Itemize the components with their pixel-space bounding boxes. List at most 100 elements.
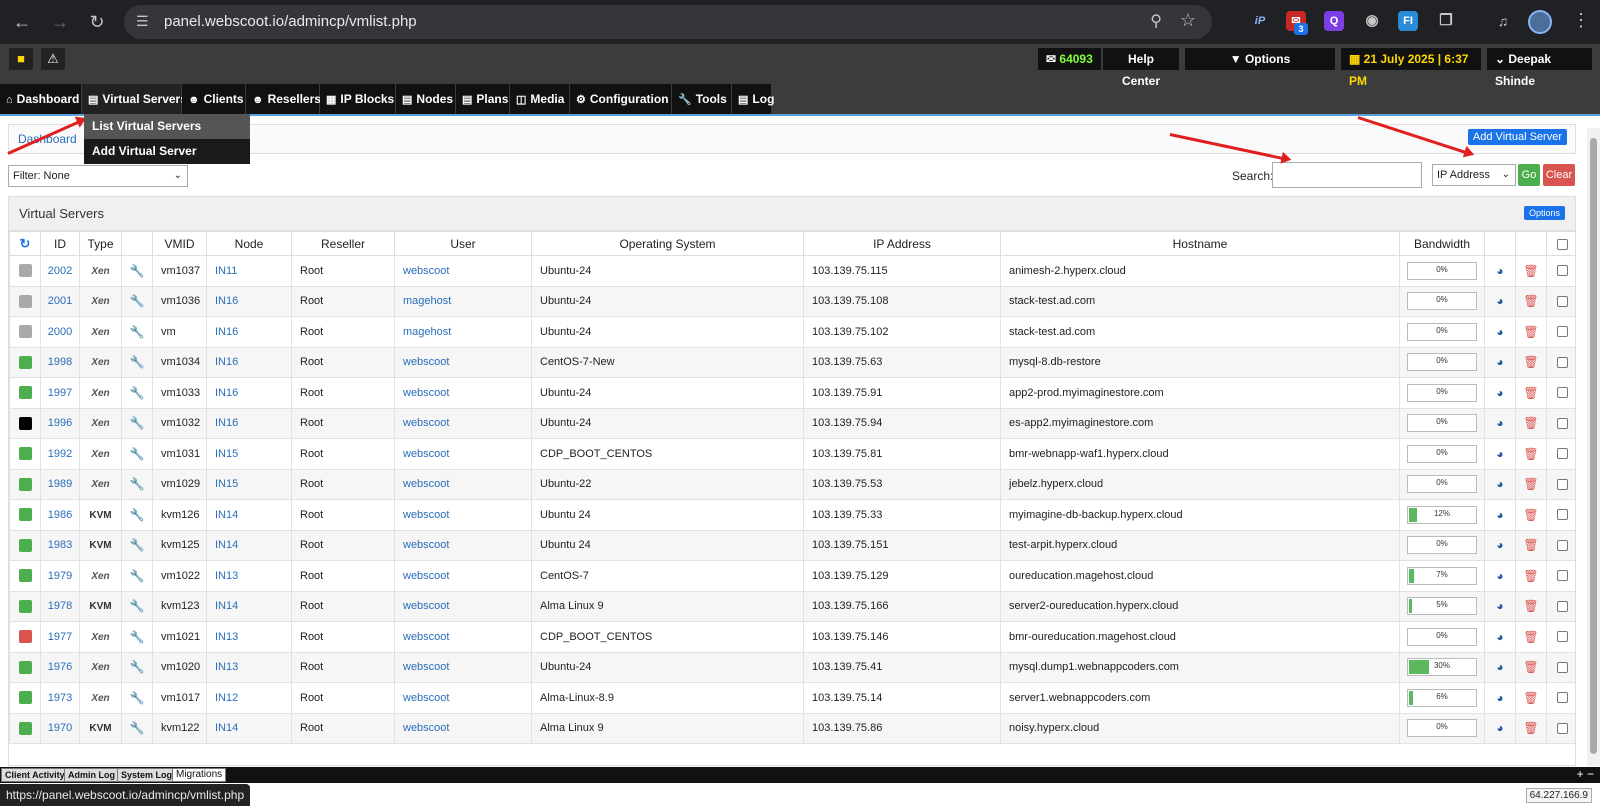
wrench-icon[interactable]: 🔧 xyxy=(130,721,145,735)
dropdown-add-virtual-server[interactable]: Add Virtual Server xyxy=(84,139,250,164)
menu-clients[interactable]: ☻ Clients xyxy=(182,84,246,114)
menu-resellers[interactable]: ☻ Resellers xyxy=(246,84,321,114)
user-link[interactable]: webscoot xyxy=(403,722,449,734)
user-link[interactable]: webscoot xyxy=(403,265,449,277)
puzzle-extension-icon[interactable]: ❐ xyxy=(1436,11,1456,31)
wrench-icon[interactable]: 🔧 xyxy=(130,477,145,491)
node-link[interactable]: IN13 xyxy=(215,570,238,582)
menu-configuration[interactable]: ⚙ Configuration xyxy=(570,84,672,114)
back-icon[interactable]: ← xyxy=(9,9,35,35)
row-checkbox[interactable] xyxy=(1556,448,1568,460)
delete-trash-icon[interactable]: 🗑 xyxy=(1523,569,1538,583)
user-link[interactable]: webscoot xyxy=(403,661,449,673)
vm-id-link[interactable]: 1998 xyxy=(48,356,72,368)
vm-id-link[interactable]: 1970 xyxy=(48,722,72,734)
table-row[interactable]: 2002 Xen 🔧 vm1037 IN11 Root webscoot Ubuntu-24 1… xyxy=(9,255,1575,287)
media-control-icon[interactable]: ♫ xyxy=(1493,11,1513,31)
vm-id-link[interactable]: 2002 xyxy=(48,265,72,277)
row-checkbox[interactable] xyxy=(1556,356,1568,368)
zoom-icon[interactable]: ⚲ xyxy=(1150,11,1162,31)
user-link[interactable]: webscoot xyxy=(403,600,449,612)
vm-id-link[interactable]: 1989 xyxy=(48,478,72,490)
node-link[interactable]: IN16 xyxy=(215,417,238,429)
stats-gauge-icon[interactable]: ◕ xyxy=(1496,264,1503,278)
wrench-icon[interactable]: 🔧 xyxy=(130,416,145,430)
vm-id-link[interactable]: 1976 xyxy=(48,661,72,673)
wrench-icon[interactable]: 🔧 xyxy=(130,355,145,369)
options-button[interactable]: ▼ Options xyxy=(1185,48,1335,70)
wrench-icon[interactable]: 🔧 xyxy=(130,294,145,308)
panel-options-button[interactable]: Options xyxy=(1523,206,1565,220)
row-checkbox[interactable] xyxy=(1556,326,1568,338)
node-link[interactable]: IN16 xyxy=(215,295,238,307)
node-link[interactable]: IN16 xyxy=(215,356,238,368)
delete-trash-icon[interactable]: 🗑 xyxy=(1523,721,1538,735)
user-link[interactable]: webscoot xyxy=(403,417,449,429)
node-link[interactable]: IN11 xyxy=(215,265,237,277)
node-link[interactable]: IN14 xyxy=(215,539,238,551)
expand-collapse-icon[interactable]: + − xyxy=(1577,767,1594,781)
table-row[interactable]: 1973 Xen 🔧 vm1017 IN12 Root webscoot Alma-Linux… xyxy=(9,682,1575,714)
col-vmid[interactable]: VMID xyxy=(152,231,207,256)
note-icon[interactable]: ■ xyxy=(9,48,33,70)
vm-id-link[interactable]: 1986 xyxy=(48,509,72,521)
row-checkbox[interactable] xyxy=(1556,539,1568,551)
wrench-icon[interactable]: 🔧 xyxy=(130,386,145,400)
row-checkbox[interactable] xyxy=(1556,265,1568,277)
site-info-icon[interactable]: ☰ xyxy=(136,13,149,30)
tab-migrations[interactable]: Migrations xyxy=(172,768,227,782)
warning-icon[interactable]: ⚠ xyxy=(41,48,65,70)
node-link[interactable]: IN15 xyxy=(215,478,238,490)
col-id[interactable]: ID xyxy=(40,231,80,256)
menu-media[interactable]: ◫ Media xyxy=(510,84,570,114)
table-row[interactable]: 1983 KVM 🔧 kvm125 IN14 Root webscoot Ubuntu 24 1… xyxy=(9,529,1575,561)
table-row[interactable]: 1979 Xen 🔧 vm1022 IN13 Root webscoot CentOS-7 10… xyxy=(9,560,1575,592)
row-checkbox[interactable] xyxy=(1556,722,1568,734)
menu-tools[interactable]: 🔧 Tools xyxy=(672,84,732,114)
table-row[interactable]: 2001 Xen 🔧 vm1036 IN16 Root magehost Ubuntu-24 1… xyxy=(9,285,1575,317)
filter-select[interactable]: Filter: None ⌄ xyxy=(8,165,188,187)
node-link[interactable]: IN16 xyxy=(215,326,238,338)
delete-trash-icon[interactable]: 🗑 xyxy=(1523,447,1538,461)
vertical-scrollbar[interactable] xyxy=(1587,128,1600,766)
forward-icon[interactable]: → xyxy=(47,9,73,35)
stats-gauge-icon[interactable]: ◕ xyxy=(1496,569,1503,583)
scrollbar-thumb[interactable] xyxy=(1590,138,1597,754)
table-row[interactable]: 1970 KVM 🔧 kvm122 IN14 Root webscoot Alma Linux… xyxy=(9,712,1575,744)
table-row[interactable]: 1997 Xen 🔧 vm1033 IN16 Root webscoot Ubuntu-24 1… xyxy=(9,377,1575,409)
col-node[interactable]: Node xyxy=(206,231,292,256)
delete-trash-icon[interactable]: 🗑 xyxy=(1523,538,1538,552)
row-checkbox[interactable] xyxy=(1556,387,1568,399)
fi-extension-icon[interactable]: FI xyxy=(1398,11,1418,31)
col-ip[interactable]: IP Address xyxy=(803,231,1001,256)
delete-trash-icon[interactable]: 🗑 xyxy=(1523,630,1538,644)
tab-client-activity[interactable]: Client Activity xyxy=(1,768,69,782)
wrench-icon[interactable]: 🔧 xyxy=(130,264,145,278)
user-link[interactable]: webscoot xyxy=(403,570,449,582)
col-bandwidth[interactable]: Bandwidth xyxy=(1399,231,1485,256)
refresh-icon[interactable]: ↻ xyxy=(20,236,31,251)
node-link[interactable]: IN13 xyxy=(215,631,238,643)
user-link[interactable]: webscoot xyxy=(403,387,449,399)
row-checkbox[interactable] xyxy=(1556,692,1568,704)
search-field-select[interactable]: IP Address ⌄ xyxy=(1432,164,1516,186)
vm-id-link[interactable]: 1996 xyxy=(48,417,72,429)
menu-ip-blocks[interactable]: ▦ IP Blocks xyxy=(320,84,396,114)
node-link[interactable]: IN13 xyxy=(215,661,238,673)
user-link[interactable]: webscoot xyxy=(403,539,449,551)
wrench-icon[interactable]: 🔧 xyxy=(130,691,145,705)
q-extension-icon[interactable]: Q xyxy=(1324,11,1344,31)
row-checkbox[interactable] xyxy=(1556,631,1568,643)
user-link[interactable]: webscoot xyxy=(403,509,449,521)
refresh-header[interactable]: ↻ xyxy=(9,231,41,256)
table-row[interactable]: 1998 Xen 🔧 vm1034 IN16 Root webscoot CentOS-7-N… xyxy=(9,346,1575,378)
table-row[interactable]: 1992 Xen 🔧 vm1031 IN15 Root webscoot CDP_BOOT_C… xyxy=(9,438,1575,470)
help-center-button[interactable]: Help Center xyxy=(1103,48,1179,88)
stats-gauge-icon[interactable]: ◕ xyxy=(1496,447,1503,461)
col-hostname[interactable]: Hostname xyxy=(1000,231,1400,256)
stats-gauge-icon[interactable]: ◕ xyxy=(1496,691,1503,705)
table-row[interactable]: 1986 KVM 🔧 kvm126 IN14 Root webscoot Ubuntu 24 1… xyxy=(9,499,1575,531)
address-bar[interactable]: ☰ panel.webscoot.io/admincp/vmlist.php ⚲… xyxy=(124,5,1212,39)
stats-gauge-icon[interactable]: ◕ xyxy=(1496,630,1503,644)
vm-id-link[interactable]: 2000 xyxy=(48,326,72,338)
